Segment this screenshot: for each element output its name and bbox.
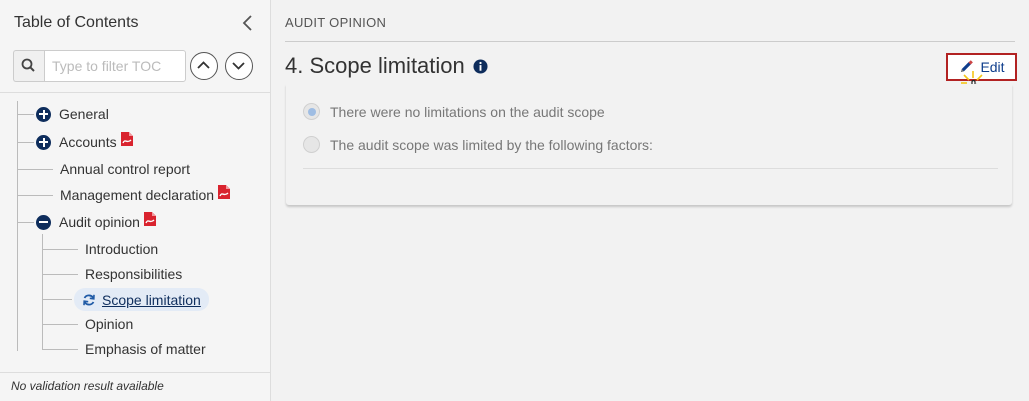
expand-icon[interactable] [36,134,51,150]
option-label: The audit scope was limited by the follo… [330,136,653,153]
info-icon[interactable] [473,58,488,74]
tree-line [17,101,18,351]
toc-item-audit-opinion[interactable]: Audit opinion [36,212,158,232]
toc-item-label: Accounts [59,134,117,150]
toc-item-introduction[interactable]: Introduction [85,239,158,259]
toc-filter-input[interactable] [44,50,186,82]
option-no-limitations[interactable]: There were no limitations on the audit s… [303,103,605,120]
collapse-sidebar-button[interactable] [238,12,258,34]
tree-line [42,349,78,350]
pdf-document-icon [218,185,231,199]
collapse-icon[interactable] [36,214,51,230]
pdf-document-icon [143,212,156,226]
toc-item-label: Emphasis of matter [85,341,206,357]
option-scope-limited[interactable]: The audit scope was limited by the follo… [303,136,653,153]
toc-item-scope-limitation[interactable]: Scope limitation [74,288,209,311]
tree-line [17,142,34,143]
breadcrumb: AUDIT OPINION [285,15,387,30]
toc-header: Table of Contents [0,0,270,46]
divider [285,41,1015,42]
toc-item-label: Introduction [85,241,159,257]
page-title: 4. Scope limitation [285,53,488,79]
tree-line [17,195,53,196]
page-title-text: 4. Scope limitation [285,53,465,78]
expand-icon[interactable] [36,106,51,122]
tree-line [17,222,34,223]
toc-item-annual-control-report[interactable]: Annual control report [60,159,190,179]
scope-limitation-panel: There were no limitations on the audit s… [286,84,1012,205]
chevron-up-icon [197,61,210,69]
toc-sidebar: Table of Contents General [0,0,271,401]
toc-item-label: Opinion [85,316,134,332]
sync-icon [83,294,95,305]
toc-item-accounts[interactable]: Accounts [36,132,135,152]
validation-status: No validation result available [0,372,270,401]
filter-search-button[interactable] [13,50,45,82]
chevron-left-icon [242,15,252,31]
option-label: There were no limitations on the audit s… [330,103,605,120]
toc-item-management-declaration[interactable]: Management declaration [60,185,232,205]
tree-line [17,169,53,170]
scroll-down-button[interactable] [225,52,253,80]
tree-line [42,274,78,275]
toc-tree: General Accounts Annual control report M… [0,101,270,361]
toc-item-label: Audit opinion [59,214,140,230]
chevron-down-icon [232,62,245,70]
search-icon [21,58,35,72]
tree-line [42,299,72,300]
main-content: AUDIT OPINION 4. Scope limitation Edit T… [271,0,1029,401]
toc-item-opinion[interactable]: Opinion [85,314,133,334]
divider [0,92,270,93]
tree-line [42,234,43,350]
toc-item-responsibilities[interactable]: Responsibilities [85,264,182,284]
toc-item-emphasis-of-matter[interactable]: Emphasis of matter [85,339,206,359]
toc-item-label: General [59,106,109,122]
tree-line [42,249,78,250]
tree-line [42,324,78,325]
radio-button-selected[interactable] [303,103,320,120]
toc-item-label: Management declaration [60,187,215,203]
divider [303,168,998,169]
toc-item-label: Responsibilities [85,266,183,282]
toc-title: Table of Contents [14,14,139,31]
tree-line [17,114,34,115]
toc-item-general[interactable]: General [36,104,109,124]
toc-item-label: Annual control report [60,161,190,177]
scroll-up-button[interactable] [190,52,218,80]
pdf-document-icon [120,132,133,146]
radio-button[interactable] [303,136,320,153]
toc-item-label: Scope limitation [102,291,201,308]
